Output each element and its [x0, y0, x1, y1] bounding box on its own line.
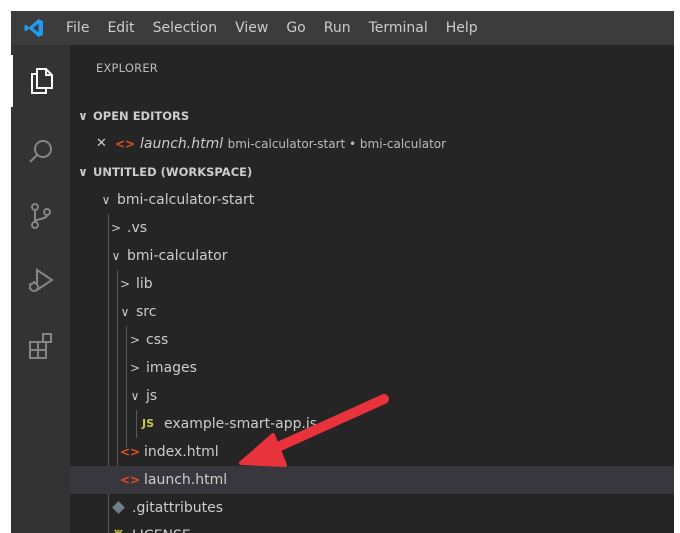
chevron-right-icon: > [119, 277, 131, 291]
tree-file-gitattributes[interactable]: .gitattributes [70, 494, 674, 522]
workspace-header[interactable]: ∨ UNTITLED (WORKSPACE) [70, 158, 674, 186]
vscode-logo-icon [11, 11, 57, 45]
tree-label: src [136, 304, 157, 320]
menu-edit[interactable]: Edit [98, 11, 143, 45]
tree-label: example-smart-app.js [164, 416, 318, 432]
tree-label: .vs [127, 220, 148, 236]
chevron-right-icon: > [129, 333, 141, 347]
tree-folder-images[interactable]: > images [70, 354, 674, 382]
menu-file[interactable]: File [57, 11, 98, 45]
tree-folder-lib[interactable]: > lib [70, 270, 674, 298]
chevron-down-icon: ∨ [101, 193, 111, 207]
menu-terminal[interactable]: Terminal [360, 11, 437, 45]
tree-label: lib [136, 276, 153, 292]
html-file-icon: <> [120, 473, 141, 487]
tree-file-launch-html[interactable]: <> launch.html [70, 466, 674, 494]
menu-view[interactable]: View [226, 11, 277, 45]
open-editors-header[interactable]: ∨ OPEN EDITORS [70, 102, 674, 130]
chevron-down-icon: ∨ [111, 249, 121, 263]
tree-folder-src[interactable]: ∨ src [70, 298, 674, 326]
tree-file-index-html[interactable]: <> index.html [70, 438, 674, 466]
explorer-sidebar: EXPLORER ∨ OPEN EDITORS ✕ <> launch.html… [70, 45, 674, 533]
explorer-icon[interactable] [11, 55, 70, 107]
tree-label: bmi-calculator-start [117, 192, 255, 208]
tree-file-license[interactable]: ♜ LICENSE [70, 522, 674, 533]
chevron-right-icon: > [129, 361, 141, 375]
activity-bar [11, 45, 70, 533]
git-file-icon [112, 501, 125, 514]
menu-help[interactable]: Help [437, 11, 487, 45]
menu-run[interactable]: Run [315, 11, 360, 45]
run-debug-icon[interactable] [11, 255, 70, 307]
tree-label: css [146, 332, 169, 348]
js-file-icon: JS [142, 417, 155, 430]
chevron-down-icon: ∨ [78, 165, 88, 179]
chevron-down-icon: ∨ [78, 109, 88, 123]
source-control-icon[interactable] [11, 190, 70, 242]
explorer-title: EXPLORER [96, 61, 158, 75]
tree-folder-bmi-calculator[interactable]: ∨ bmi-calculator [70, 242, 674, 270]
search-icon[interactable] [11, 125, 70, 177]
open-editors-label: OPEN EDITORS [93, 109, 190, 123]
menu-go[interactable]: Go [277, 11, 314, 45]
tree-label: bmi-calculator [127, 248, 228, 264]
chevron-right-icon: > [110, 221, 122, 235]
open-editor-description: bmi-calculator-start • bmi-calculator [227, 137, 447, 151]
close-icon[interactable]: ✕ [96, 130, 107, 158]
vscode-window: File Edit Selection View Go Run Terminal… [11, 11, 674, 533]
chevron-down-icon: ∨ [120, 305, 130, 319]
tree-folder-css[interactable]: > css [70, 326, 674, 354]
tree-folder-vs[interactable]: > .vs [70, 214, 674, 242]
menu-selection[interactable]: Selection [144, 11, 227, 45]
chevron-down-icon: ∨ [130, 389, 140, 403]
tree-label: .gitattributes [132, 500, 224, 516]
tree-folder-js[interactable]: ∨ js [70, 382, 674, 410]
workspace-label: UNTITLED (WORKSPACE) [93, 165, 253, 179]
tree-label: launch.html [144, 472, 228, 488]
extensions-icon[interactable] [11, 320, 70, 372]
html-file-icon: <> [120, 445, 141, 459]
license-file-icon: ♜ [112, 522, 125, 533]
tree-label: js [146, 388, 158, 404]
html-file-icon: <> [115, 137, 136, 151]
tree-label: LICENSE [132, 522, 191, 533]
tree-label: images [146, 360, 197, 376]
title-bar: File Edit Selection View Go Run Terminal… [11, 11, 674, 45]
open-editor-item[interactable]: ✕ <> launch.html bmi-calculator-start • … [70, 130, 674, 158]
tree-label: index.html [144, 444, 219, 460]
tree-file-example-smart-app[interactable]: JS example-smart-app.js [70, 410, 674, 438]
tree-folder-bmi-calculator-start[interactable]: ∨ bmi-calculator-start [70, 186, 674, 214]
open-editor-filename: launch.html [140, 136, 224, 152]
